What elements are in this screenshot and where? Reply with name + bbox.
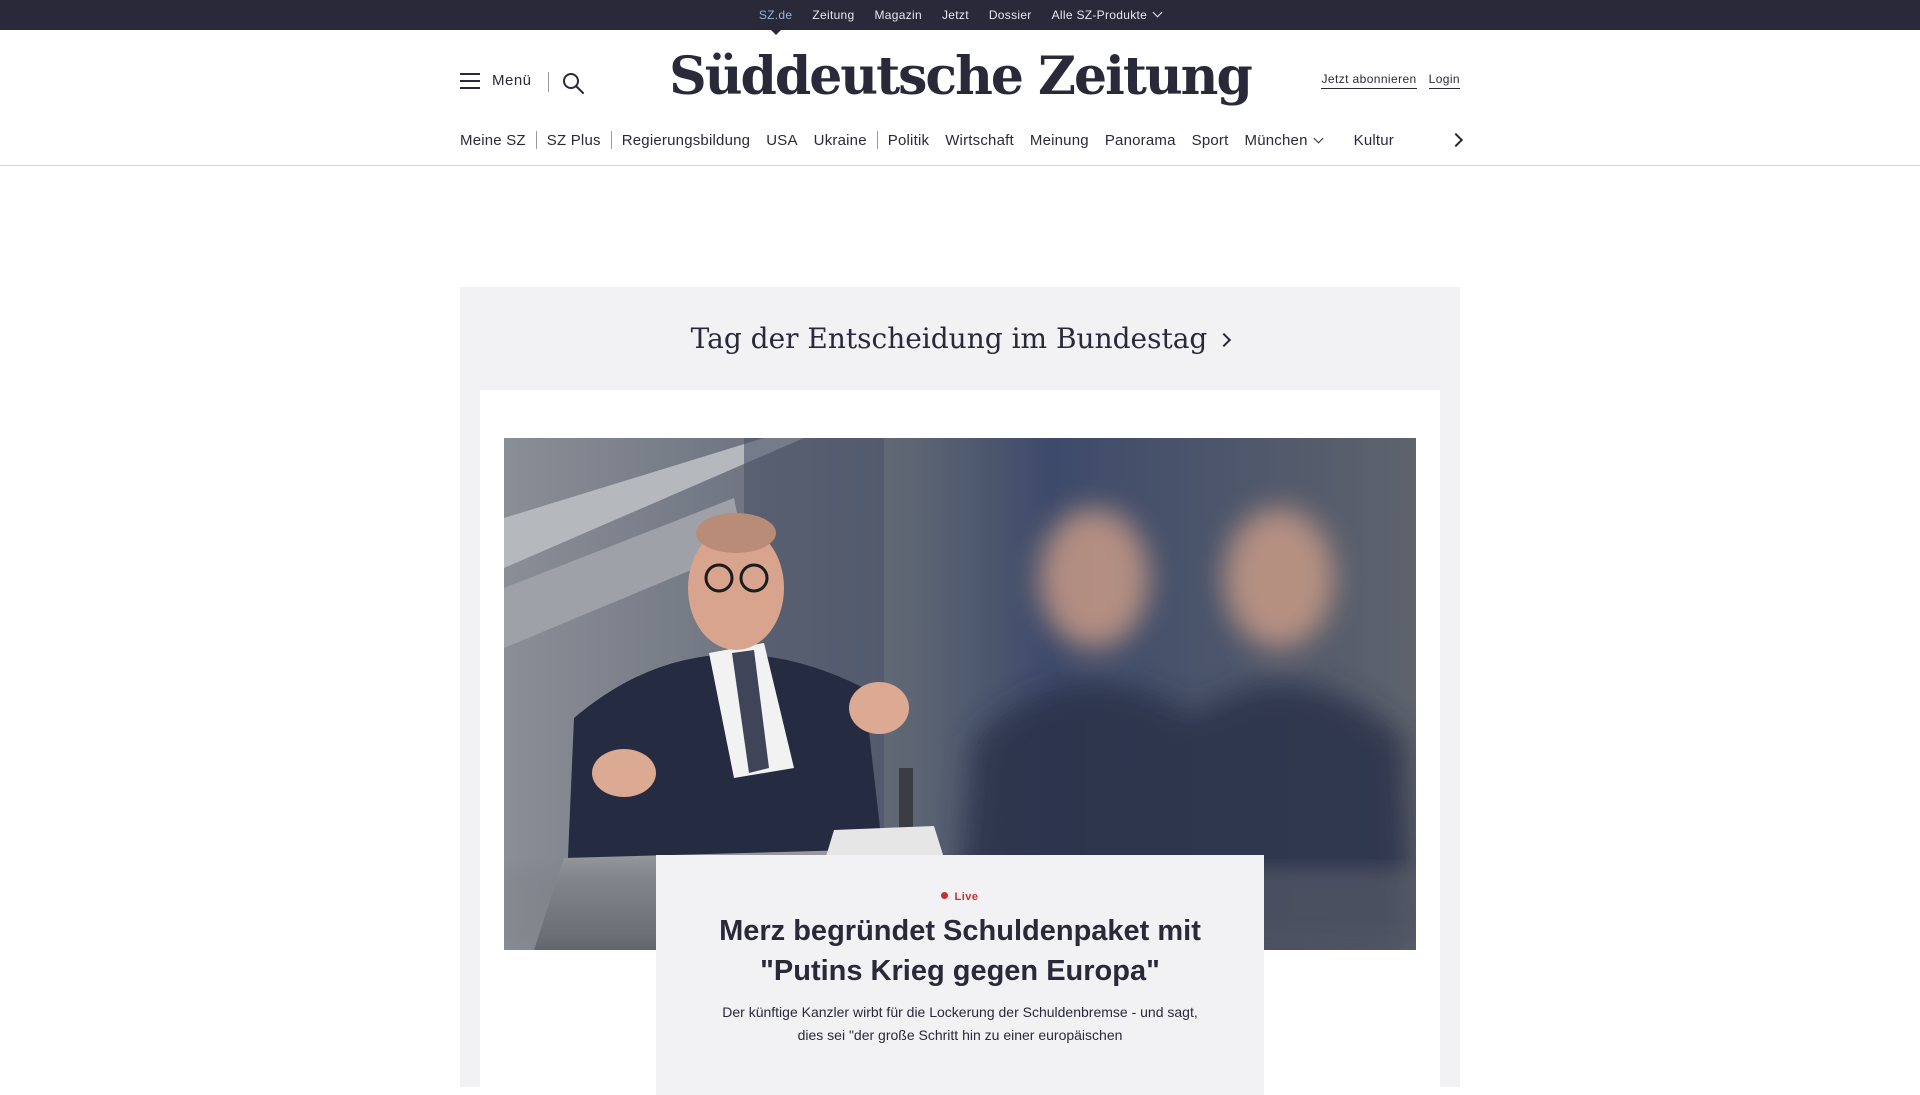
topbar-link-sz-de[interactable]: SZ.de: [759, 8, 793, 35]
nav-item-regierungsbildung[interactable]: Regierungsbildung: [622, 132, 751, 149]
nav-item-ukraine[interactable]: Ukraine: [814, 132, 867, 149]
topbar-link-jetzt[interactable]: Jetzt: [942, 8, 969, 22]
live-badge: Live: [656, 891, 1264, 903]
subscribe-link[interactable]: Jetzt abonnieren: [1321, 72, 1417, 89]
main-nav: Meine SZ SZ Plus Regierungsbildung USA U…: [460, 128, 1394, 152]
section-title: Tag der Entscheidung im Bundestag: [690, 322, 1208, 355]
live-label: Live: [954, 891, 979, 903]
article-text-panel[interactable]: Live Merz begründet Schuldenpaket mit "P…: [656, 855, 1264, 1095]
nav-item-muenchen-label: München: [1244, 131, 1308, 149]
nav-item-meine-sz[interactable]: Meine SZ: [460, 132, 526, 149]
nav-item-muenchen[interactable]: München: [1244, 131, 1324, 149]
nav-item-wirtschaft[interactable]: Wirtschaft: [945, 132, 1014, 149]
site-logo[interactable]: Süddeutsche Zeitung: [0, 46, 1920, 107]
nav-divider: [535, 131, 537, 149]
nav-item-politik[interactable]: Politik: [888, 132, 929, 149]
nav-scroll-right-icon[interactable]: [1448, 131, 1464, 149]
article-headline[interactable]: Merz begründet Schuldenpaket mit "Putins…: [696, 911, 1224, 991]
topbar-link-all-products[interactable]: Alle SZ-Produkte: [1051, 7, 1163, 22]
nav-item-sport[interactable]: Sport: [1192, 132, 1229, 149]
topbar-link-zeitung[interactable]: Zeitung: [812, 8, 854, 22]
nav-item-usa[interactable]: USA: [766, 132, 797, 149]
header-account-links: Jetzt abonnieren Login: [1321, 72, 1460, 89]
live-dot-icon: [941, 892, 949, 899]
chevron-down-icon: [1313, 133, 1324, 143]
top-bar-links: SZ.de Zeitung Magazin Jetzt Dossier Alle…: [0, 0, 1920, 35]
nav-item-panorama[interactable]: Panorama: [1105, 132, 1176, 149]
section-title-link[interactable]: Tag der Entscheidung im Bundestag: [460, 322, 1460, 355]
nav-item-kultur[interactable]: Kultur: [1354, 132, 1394, 149]
article-teaser: Der künftige Kanzler wirbt für die Locke…: [722, 1004, 1198, 1043]
topbar-link-dossier[interactable]: Dossier: [989, 8, 1032, 22]
nav-divider: [610, 131, 612, 149]
chevron-down-icon: [1152, 7, 1163, 18]
nav-bottom-border: [0, 165, 1920, 166]
top-bar: SZ.de Zeitung Magazin Jetzt Dossier Alle…: [0, 0, 1920, 35]
nav-divider: [876, 131, 878, 149]
login-link[interactable]: Login: [1428, 72, 1460, 89]
topbar-link-all-products-label: Alle SZ-Produkte: [1051, 8, 1148, 22]
topbar-link-magazin[interactable]: Magazin: [875, 8, 922, 22]
chevron-right-icon: [1217, 332, 1232, 348]
nav-item-sz-plus[interactable]: SZ Plus: [547, 132, 601, 149]
nav-item-meinung[interactable]: Meinung: [1030, 132, 1089, 149]
